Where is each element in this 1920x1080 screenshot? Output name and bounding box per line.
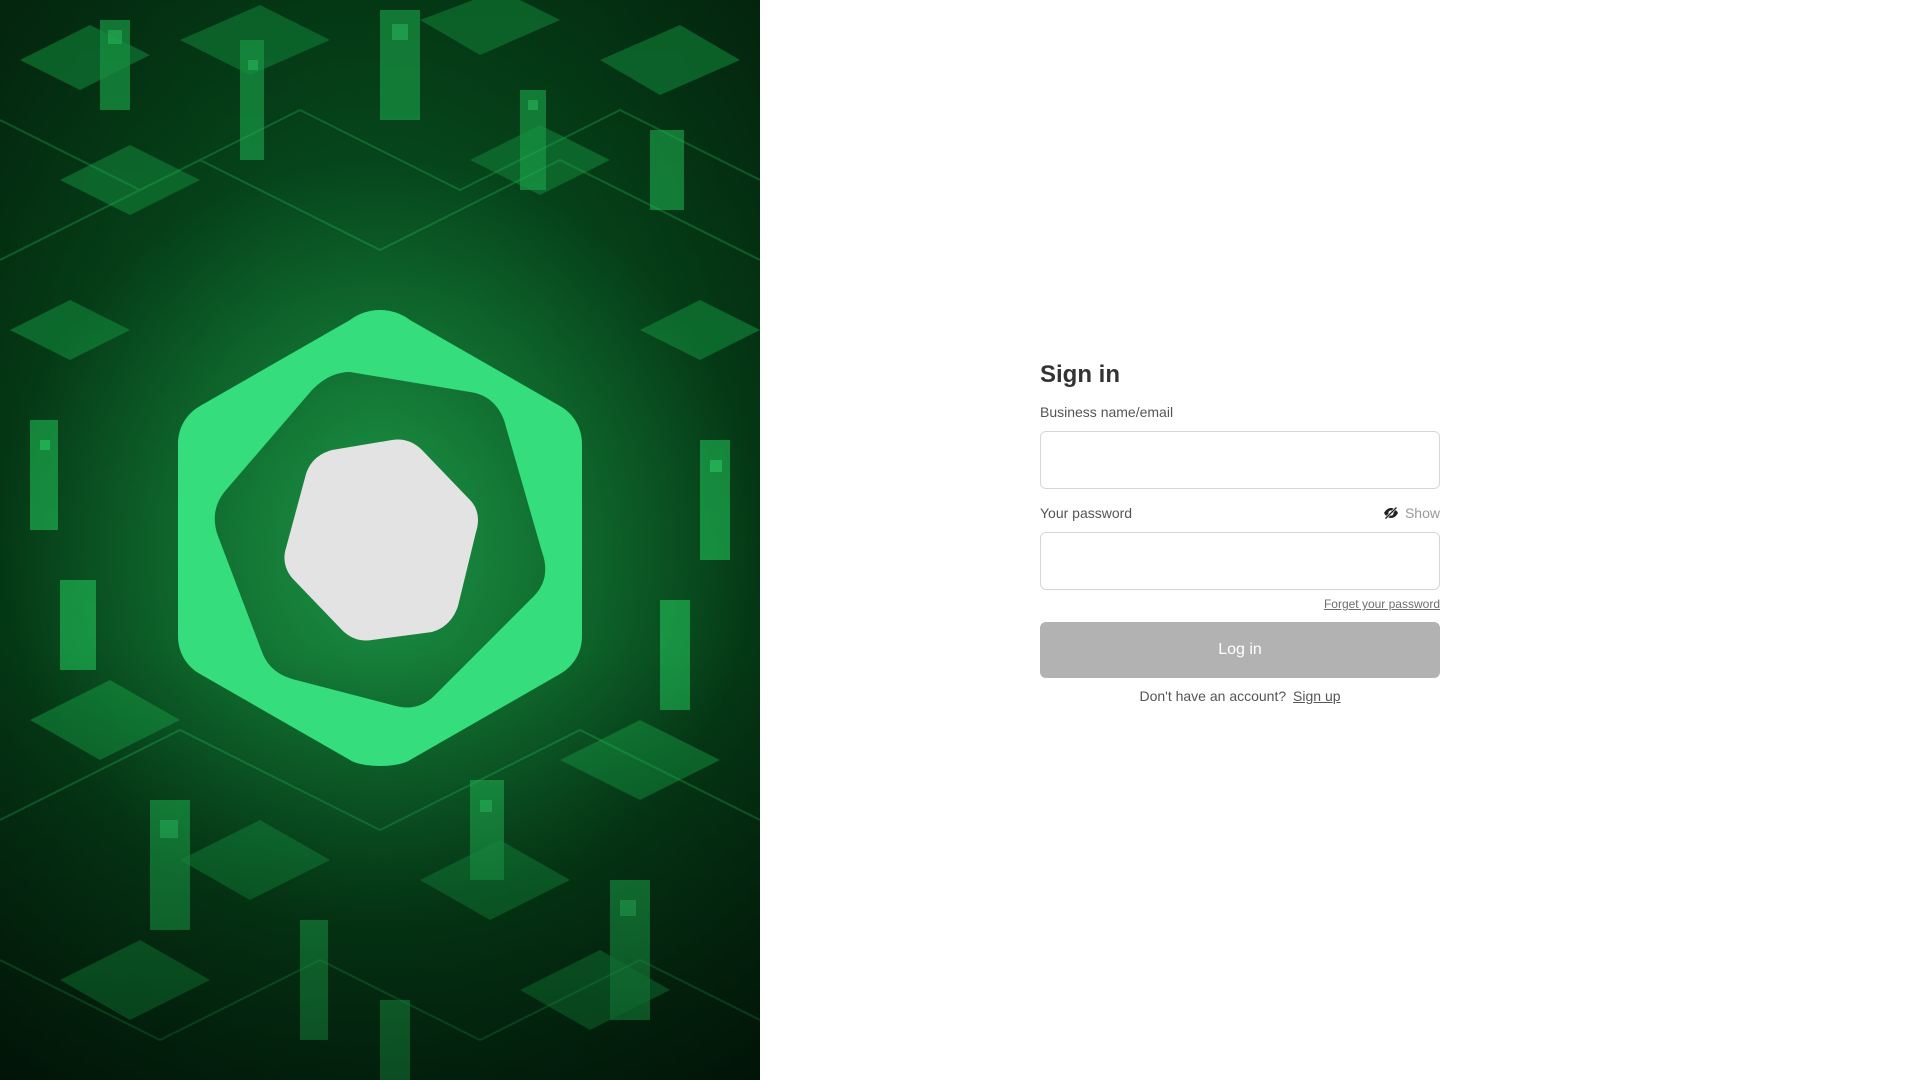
show-password-label: Show [1404,505,1440,521]
password-label: Your password [1040,505,1133,521]
email-label-row: Business name/email [1040,402,1440,422]
sign-up-link[interactable]: Sign up [1293,688,1340,704]
page-title: Sign in [1040,361,1120,388]
hero-panel [0,0,760,1080]
eye-slash-icon [1383,506,1398,520]
sign-in-page: Sign in Business name/email Your passwor… [0,0,1920,1080]
sign-in-form: Sign in Business name/email Your passwor… [1040,360,1440,704]
hexagon-logo-icon [178,310,582,766]
password-field[interactable] [1040,532,1440,590]
email-label: Business name/email [1040,404,1174,420]
forgot-password-link[interactable]: Forget your password [1324,597,1440,613]
show-password-toggle[interactable]: Show [1383,505,1440,521]
log-in-button[interactable]: Log in [1040,622,1440,678]
signup-row: Don't have an account? Sign up [1040,688,1440,704]
signup-prompt: Don't have an account? [1139,688,1287,704]
email-field[interactable] [1040,431,1440,489]
form-area: Sign in Business name/email Your passwor… [760,0,1920,1080]
forgot-row: Forget your password [1040,597,1440,613]
password-label-row: Your password Show [1040,503,1440,523]
